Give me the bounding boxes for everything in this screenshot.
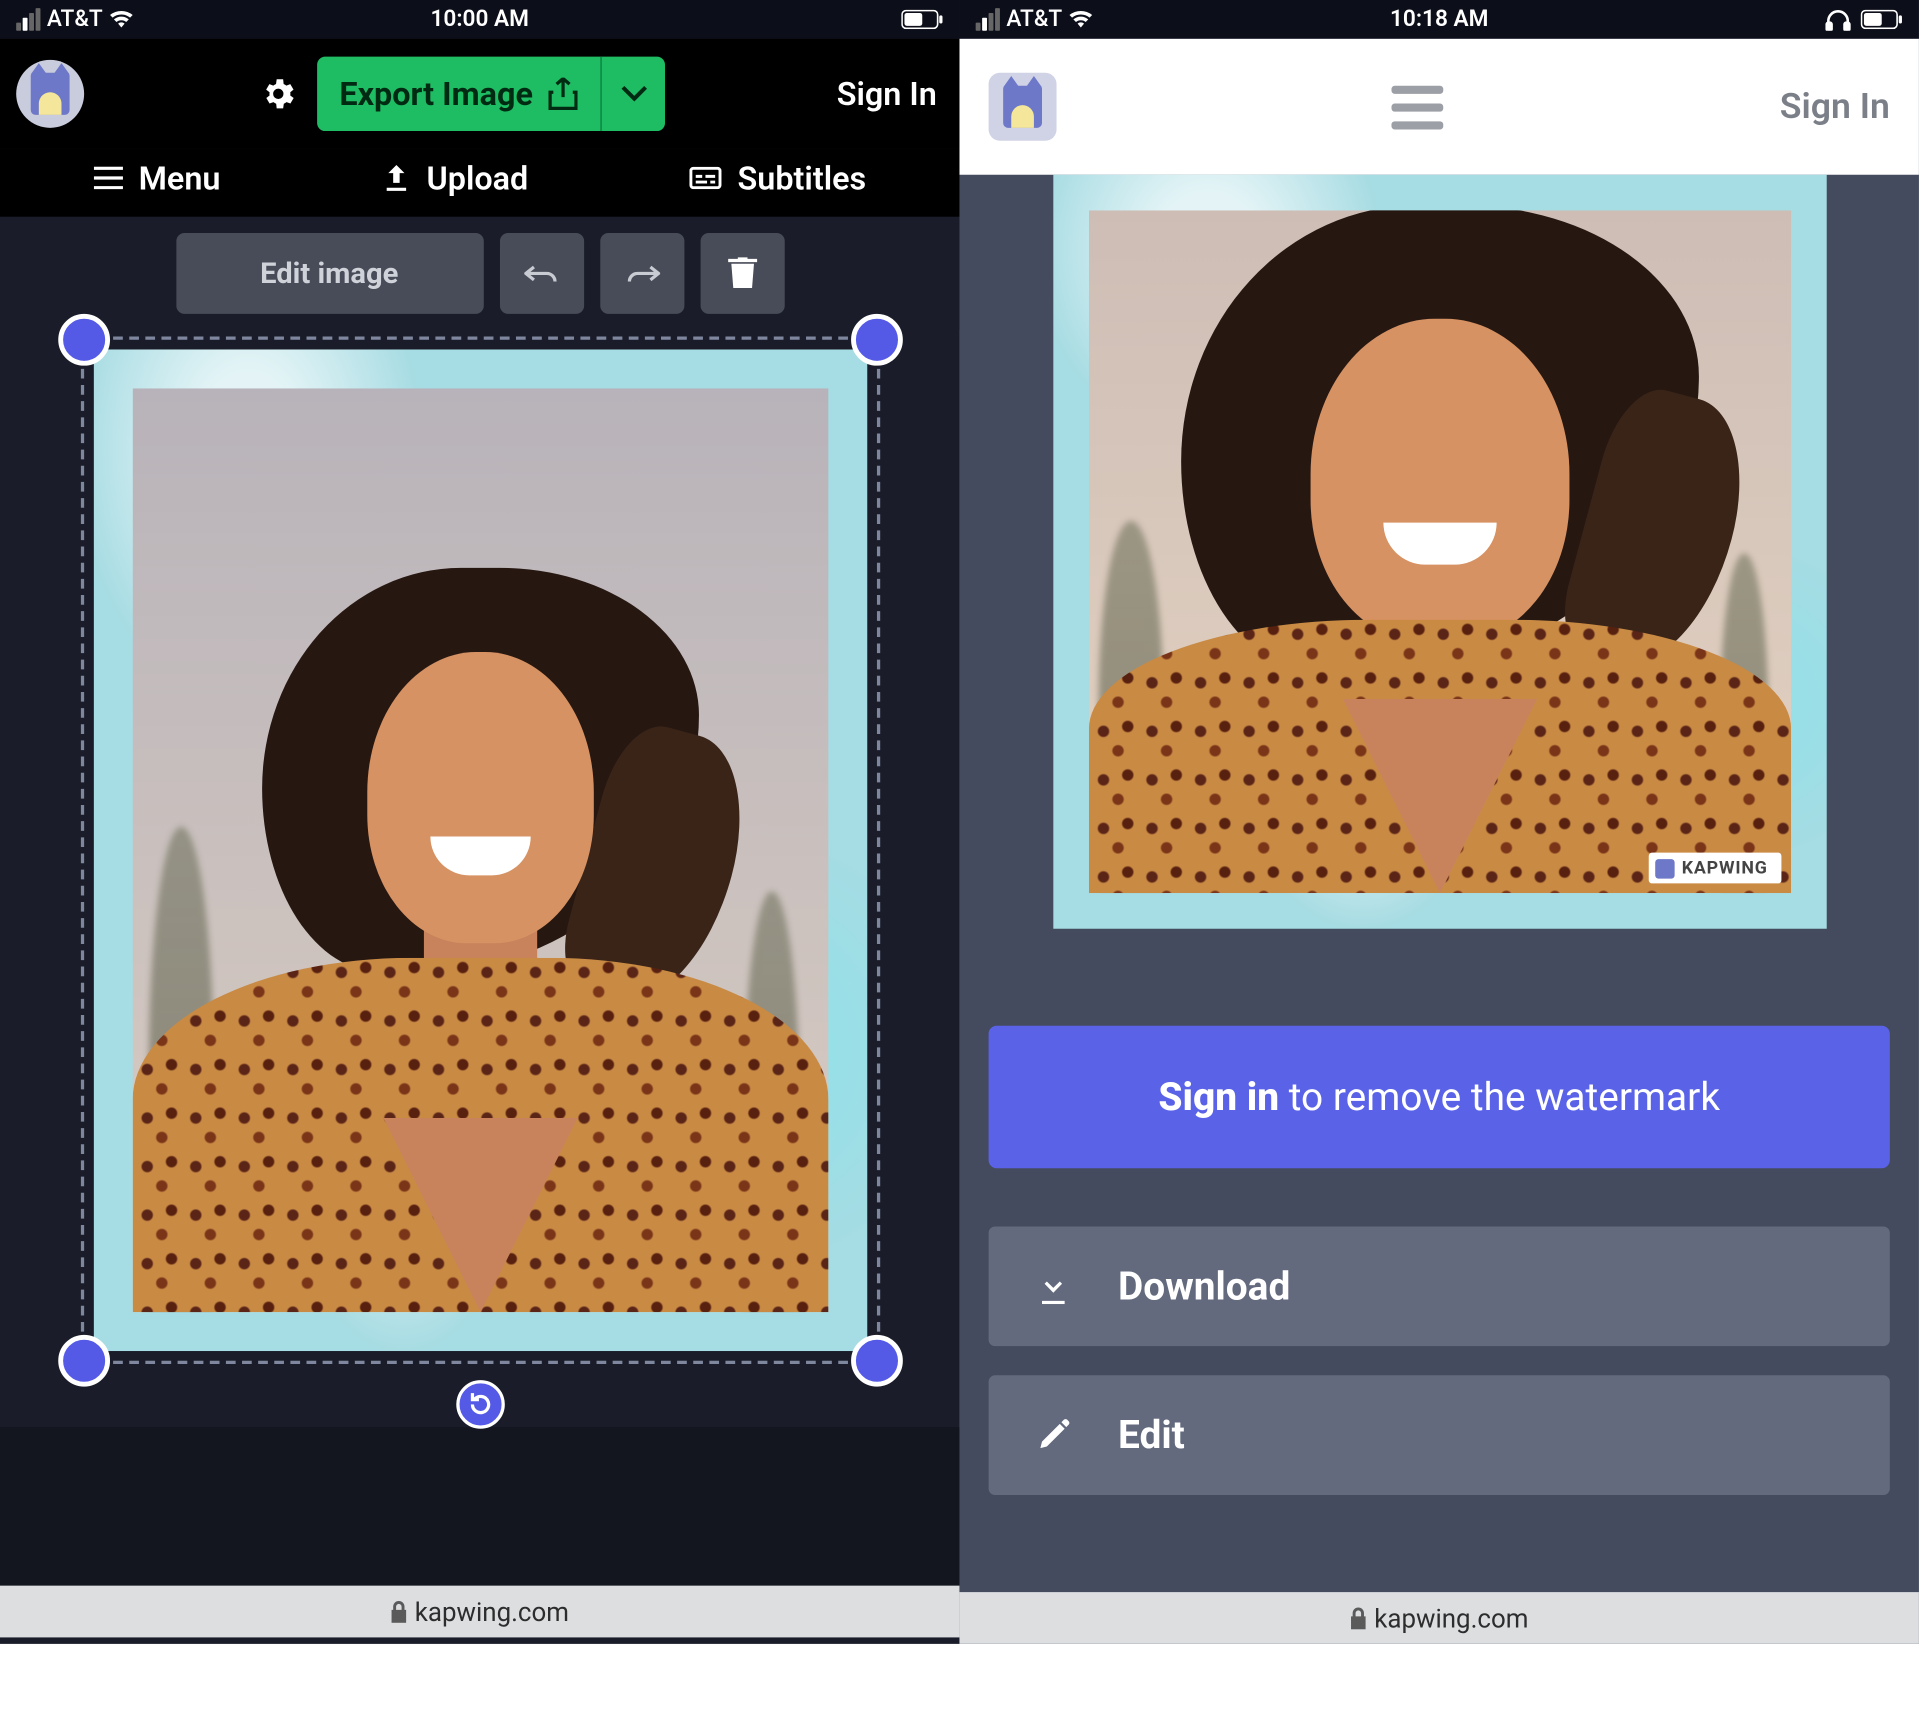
menu-label: Menu [139, 159, 221, 198]
kapwing-logo[interactable] [16, 60, 84, 128]
settings-button[interactable] [255, 71, 300, 116]
export-label: Export Image [339, 74, 533, 113]
share-icon [549, 78, 578, 110]
framed-photo [1088, 210, 1790, 893]
download-button[interactable]: Download [989, 1226, 1890, 1346]
cellular-signal-icon [16, 8, 40, 31]
edit-label: Edit [1118, 1413, 1185, 1458]
lock-icon [391, 1600, 409, 1623]
kapwing-logo[interactable] [989, 73, 1057, 141]
cellular-signal-icon [976, 8, 1000, 31]
menu-icon [93, 167, 122, 190]
image-frame: KAPWING [1053, 175, 1826, 929]
resize-handle-top-right[interactable] [850, 314, 902, 366]
sign-in-link[interactable]: Sign In [1780, 87, 1890, 127]
export-dropdown-chevron[interactable] [601, 57, 666, 131]
edit-image-label: Edit image [260, 256, 398, 290]
url-text: kapwing.com [1374, 1603, 1528, 1634]
download-label: Download [1118, 1264, 1290, 1309]
redo-button[interactable] [599, 233, 683, 314]
battery-icon [1861, 10, 1903, 29]
image-frame[interactable] [93, 349, 866, 1351]
download-icon [1034, 1269, 1073, 1305]
sign-in-link[interactable]: Sign In [837, 74, 944, 113]
ios-status-bar: AT&T 10:00 AM [0, 0, 959, 39]
undo-button[interactable] [499, 233, 583, 314]
upload-button[interactable]: Upload [381, 159, 528, 198]
right-phone-screenshot: AT&T 10:18 AM Sign In [959, 0, 1918, 1644]
ios-status-bar: AT&T 10:18 AM [959, 0, 1918, 39]
subtitles-button[interactable]: Subtitles [689, 159, 866, 198]
app-top-bar: Export Image Sign In [0, 39, 959, 149]
lock-icon [1350, 1607, 1368, 1630]
clock: 10:18 AM [1390, 6, 1489, 32]
browser-address-bar[interactable]: kapwing.com [0, 1586, 959, 1638]
selection-box[interactable] [80, 337, 879, 1364]
delete-button[interactable] [700, 233, 784, 314]
browser-address-bar[interactable]: kapwing.com [959, 1592, 1918, 1644]
carrier-label: AT&T [47, 6, 103, 32]
clock: 10:00 AM [430, 6, 529, 32]
subtitles-label: Subtitles [738, 159, 867, 198]
export-image-button[interactable]: Export Image [317, 57, 666, 131]
upload-label: Upload [426, 159, 528, 198]
left-phone-screenshot: AT&T 10:00 AM Export Image [0, 0, 959, 1644]
kapwing-watermark: KAPWING [1649, 853, 1780, 884]
sign-in-cta-button[interactable]: Sign in to remove the watermark [989, 1026, 1890, 1168]
rotate-handle[interactable] [455, 1380, 504, 1429]
subtitles-icon [689, 167, 721, 190]
wifi-icon [109, 10, 135, 29]
resize-handle-top-left[interactable] [57, 314, 109, 366]
upload-icon [381, 163, 410, 192]
resize-handle-bottom-left[interactable] [57, 1335, 109, 1387]
headphones-icon [1825, 8, 1851, 31]
battery-icon [901, 10, 943, 29]
resize-handle-bottom-right[interactable] [850, 1335, 902, 1387]
canvas-toolbar: Edit image [0, 217, 959, 330]
edit-button[interactable]: Edit [989, 1375, 1890, 1495]
wifi-icon [1069, 10, 1095, 29]
pencil-icon [1034, 1419, 1073, 1451]
editor-canvas[interactable] [0, 330, 959, 1427]
url-text: kapwing.com [415, 1596, 569, 1627]
export-preview: KAPWING [959, 175, 1918, 1026]
canvas-bottom-spacer [0, 1427, 959, 1586]
secondary-nav-bar: Menu Upload Subtitles [0, 149, 959, 217]
cta-bold-text: Sign in [1158, 1074, 1279, 1119]
hamburger-menu-button[interactable] [1392, 85, 1444, 129]
carrier-label: AT&T [1006, 6, 1062, 32]
menu-button[interactable]: Menu [93, 159, 220, 198]
page-header: Sign In [959, 39, 1918, 175]
edit-image-button[interactable]: Edit image [176, 233, 483, 314]
cta-rest-text: to remove the watermark [1279, 1074, 1720, 1119]
framed-photo [132, 388, 828, 1312]
